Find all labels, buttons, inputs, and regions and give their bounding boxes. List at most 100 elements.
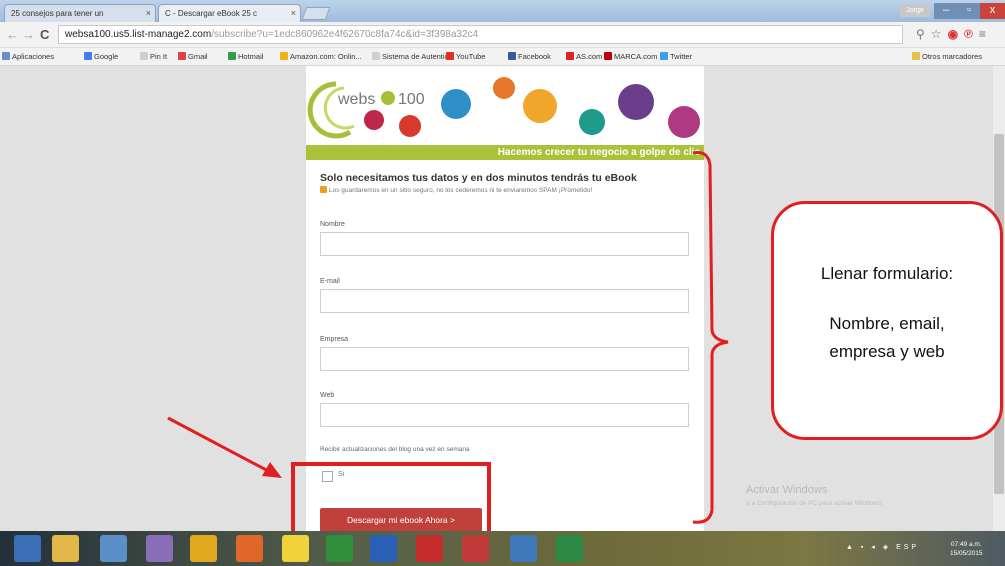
email-field[interactable] <box>320 289 689 313</box>
start-button-icon[interactable] <box>14 535 41 562</box>
firefox-icon[interactable] <box>236 535 263 562</box>
chat-icon <box>441 89 471 119</box>
bookmark-favicon-icon <box>604 52 612 60</box>
back-button[interactable]: ← <box>6 27 19 42</box>
acrobat-icon[interactable] <box>416 535 443 562</box>
bookmark-label: Pin It <box>150 52 168 61</box>
name-label: Nombre <box>320 221 345 228</box>
slogan-banner: Hacemos crecer tu negocio a golpe de cli… <box>306 145 704 160</box>
activate-windows-subtitle: Ir a Configuración de PC para activar Wi… <box>746 500 883 507</box>
bookmark-label: AS.com <box>576 52 603 61</box>
notepad-icon[interactable] <box>100 535 127 562</box>
bookmark-favicon-icon <box>228 52 236 60</box>
bookmark-label: Facebook <box>518 52 551 61</box>
spotify-icon[interactable] <box>326 535 353 562</box>
activate-windows-title: Activar Windows <box>746 484 828 496</box>
menu-icon[interactable]: ≡ <box>979 27 992 41</box>
extension-icon[interactable]: ◉ <box>948 27 964 41</box>
bookmark-label: Gmail <box>188 52 208 61</box>
bookmark-label: MARCA.com <box>614 52 658 61</box>
bookmark-favicon-icon <box>140 52 148 60</box>
folder-icon[interactable] <box>282 535 309 562</box>
bookmark-label: Hotmail <box>238 52 264 61</box>
bookmark-item[interactable]: AS.com <box>566 52 602 61</box>
logo-text-2: 100 <box>398 91 425 108</box>
browser-tab-1[interactable]: 25 consejos para tener un × <box>4 4 156 22</box>
word-icon[interactable] <box>370 535 397 562</box>
close-window-button[interactable]: x <box>980 3 1005 19</box>
forward-button[interactable]: → <box>22 27 35 42</box>
window-user-badge[interactable]: Jorge <box>900 4 930 17</box>
bookmark-item[interactable]: Hotmail <box>228 52 263 61</box>
bookmark-label: Sistema de Autentic... <box>382 52 455 61</box>
lock-icon <box>320 186 327 193</box>
bookmark-item[interactable]: YouTube <box>446 52 485 61</box>
tab-2-label: C - Descargar eBook 25 c <box>165 9 258 18</box>
bookmark-item[interactable]: Facebook <box>508 52 551 61</box>
bookmark-item[interactable]: Aplicaciones <box>2 52 54 61</box>
logo-text: webs <box>337 91 375 108</box>
email-label: E-mail <box>320 278 340 285</box>
reload-button[interactable]: C <box>40 27 49 42</box>
logo-header: webs 100 <box>307 77 700 139</box>
tray-language: ESP <box>896 544 920 551</box>
bookmark-item[interactable]: Gmail <box>178 52 208 61</box>
name-field[interactable] <box>320 232 689 256</box>
company-field[interactable] <box>320 347 689 371</box>
file-explorer-icon[interactable] <box>52 535 79 562</box>
bookmark-label: YouTube <box>456 52 486 61</box>
search-globe-icon <box>579 109 605 135</box>
clock-time: 07:49 a.m. <box>950 541 982 548</box>
bookmark-favicon-icon <box>566 52 574 60</box>
web-field[interactable] <box>320 403 689 427</box>
bookmark-favicon-icon <box>280 52 288 60</box>
search-icon[interactable]: ⚲ <box>916 27 931 41</box>
bookmark-item[interactable]: Sistema de Autentic... <box>372 52 455 61</box>
new-tab-button[interactable] <box>301 7 331 20</box>
system-tray[interactable]: ▲ ▪ ◂ ◈ ESP <box>846 543 919 551</box>
other-bookmarks-folder[interactable]: Otros marcadores <box>912 52 982 61</box>
clock[interactable]: 07:49 a.m. 15/05/2015 <box>950 540 983 558</box>
callout-title: Llenar formulario: <box>820 264 954 283</box>
bookmarks-bar: Aplicaciones Google Pin It Gmail Hotmail Amaz… <box>0 48 1005 66</box>
toolbar-icons: ⚲☆◉℗≡ <box>916 27 992 41</box>
url-path: /subscribe?u=1edc860962e4f62670c8fa74c&i… <box>211 29 479 40</box>
form-subtitle: Los guardaremos en un sitio seguro, no l… <box>320 186 680 195</box>
help-icon[interactable] <box>510 535 537 562</box>
window-titlebar: 25 consejos para tener un × C - Descarga… <box>0 0 1005 22</box>
form-subtitle-text: Los guardaremos en un sitio seguro, no l… <box>329 187 593 194</box>
pinterest-icon[interactable]: ℗ <box>964 27 979 41</box>
clock-date: 15/05/2015 <box>950 550 983 557</box>
bookmark-item[interactable]: MARCA.com <box>604 52 657 61</box>
bookmark-label: Twitter <box>670 52 693 61</box>
powerpoint-icon[interactable] <box>462 535 489 562</box>
bookmark-favicon-icon <box>446 52 454 60</box>
tab-2-close-icon[interactable]: × <box>291 8 296 18</box>
url-input[interactable]: websa100.us5.list-manage2.com/subscribe?… <box>58 25 903 44</box>
share-icon <box>399 115 421 137</box>
minimize-button[interactable]: – <box>934 3 958 19</box>
excel-icon[interactable] <box>556 535 583 562</box>
bookmark-label: Google <box>94 52 119 61</box>
bookmark-favicon-icon <box>84 52 92 60</box>
tab-1-close-icon[interactable]: × <box>146 8 151 18</box>
tab-1-label: 25 consejos para tener un <box>11 9 104 18</box>
bookmark-favicon-icon <box>660 52 668 60</box>
bookmark-label: Amazon.com: Onlin... <box>290 52 362 61</box>
windows-taskbar: ▲ ▪ ◂ ◈ ESP 07:49 a.m. 15/05/2015 <box>0 531 1005 566</box>
star-icon[interactable]: ☆ <box>931 27 948 41</box>
url-host: websa100.us5.list-manage2.com <box>65 29 212 40</box>
chrome-icon[interactable] <box>190 535 217 562</box>
bookmark-item[interactable]: Pin It <box>140 52 167 61</box>
callout-line-2: empresa y web <box>829 342 945 361</box>
bookmark-item[interactable]: Amazon.com: Onlin... <box>280 52 362 61</box>
browser-tab-2[interactable]: C - Descargar eBook 25 c × <box>158 4 301 22</box>
bookmark-item[interactable]: Google <box>84 52 118 61</box>
maximize-button[interactable]: ▫ <box>958 3 980 19</box>
form-title: Solo necesitamos tus datos y en dos minu… <box>320 172 637 184</box>
paint-icon[interactable] <box>146 535 173 562</box>
bookmark-item[interactable]: Twitter <box>660 52 692 61</box>
bookmark-favicon-icon <box>2 52 10 60</box>
web-label: Web <box>320 392 335 399</box>
bookmark-favicon-icon <box>372 52 380 60</box>
